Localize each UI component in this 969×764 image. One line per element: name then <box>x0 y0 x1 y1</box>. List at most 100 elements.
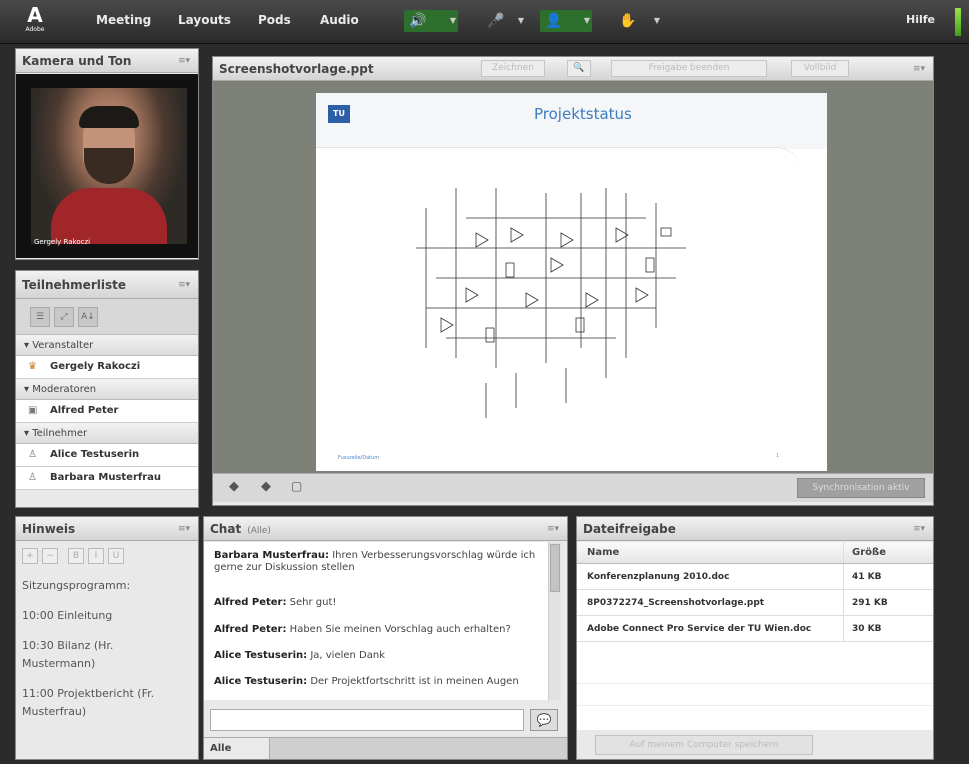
speech-bubble-icon: 💬 <box>536 713 552 727</box>
microphone-icon: 🎤 <box>487 13 505 29</box>
chat-tabs: Alle <box>204 737 567 759</box>
table-row[interactable]: 8P0372274_Screenshotvorlage.ppt 291 KB <box>577 590 933 616</box>
table-row[interactable]: Konferenzplanung 2010.doc 41 KB <box>577 564 933 590</box>
note-line: 10:30 Bilanz (Hr. <box>22 639 114 652</box>
slide-panel-icon[interactable]: ▢ <box>291 479 302 493</box>
share-footer: ◆ ◆ ▢ Synchronisation aktiv <box>213 473 933 502</box>
tab-all[interactable]: Alle <box>204 738 270 759</box>
video-name-label: Gergely Rakoczi <box>34 238 91 246</box>
participants-pod: Teilnehmerliste ≡▾ ☰ ⤢ A↓ ▾ Veranstalter… <box>15 270 199 508</box>
menu-layouts[interactable]: Layouts <box>178 13 231 27</box>
help-menu[interactable]: Hilfe <box>906 13 935 26</box>
pod-menu-icon[interactable]: ≡▾ <box>178 517 190 541</box>
speaker-button[interactable]: 🔊 ▼ <box>404 10 458 32</box>
column-header-name[interactable]: Name <box>587 542 619 564</box>
menu-meeting[interactable]: Meeting <box>96 13 151 27</box>
raise-hand-icon: ✋ <box>619 13 637 29</box>
chat-message-list: Barbara Musterfrau: Ihren Verbesserungsv… <box>204 542 548 700</box>
pod-title: Kamera und Ton ≡▾ <box>16 49 198 73</box>
note-line: 10:00 Einleitung <box>22 609 113 622</box>
slide-footer: Fusszeile/Datum <box>338 455 380 461</box>
pod-menu-icon[interactable]: ≡▾ <box>547 517 559 541</box>
zoom-icon[interactable]: 🔍 <box>567 60 591 77</box>
fullscreen-icon[interactable]: ⤢ <box>54 307 74 327</box>
column-header-size[interactable]: Größe <box>843 542 886 563</box>
font-size-up-icon[interactable]: + <box>22 548 38 564</box>
note-line: 11:00 Projektbericht (Fr. <box>22 687 155 700</box>
next-slide-icon[interactable]: ◆ <box>261 479 271 494</box>
video-area: Gergely Rakoczi <box>16 74 198 258</box>
pod-title: Teilnehmerliste ≡▾ <box>16 271 198 299</box>
list-item[interactable]: ♛ Gergely Rakoczi <box>16 356 198 379</box>
note-line: Sitzungsprogramm: <box>22 579 131 592</box>
note-line: Musterfrau) <box>22 705 87 718</box>
note-pod: Hinweis ≡▾ + − B I U Sitzungsprogramm: 1… <box>15 516 199 760</box>
group-header-presenters[interactable]: ▾ Moderatoren <box>16 379 198 400</box>
pod-menu-icon[interactable]: ≡▾ <box>178 49 190 73</box>
group-header-participants[interactable]: ▾ Teilnehmer <box>16 423 198 444</box>
list-view-icon[interactable]: ☰ <box>30 307 50 327</box>
pod-title: Dateifreigabe ≡▾ <box>577 517 933 541</box>
camera-button[interactable]: 👤 ▼ <box>540 10 592 32</box>
tu-logo: TU <box>328 105 350 123</box>
stop-sharing-button[interactable]: Freigabe beenden <box>611 60 767 77</box>
note-line: Mustermann) <box>22 657 96 670</box>
webcam-icon: 👤 <box>545 13 563 29</box>
microphone-button[interactable]: 🎤 ▼ <box>482 10 526 32</box>
previous-slide-icon[interactable]: ◆ <box>229 479 239 494</box>
pod-menu-icon[interactable]: ≡▾ <box>913 57 925 81</box>
note-text[interactable]: Sitzungsprogramm: 10:00 Einleitung 10:30… <box>16 569 198 721</box>
chat-input[interactable] <box>210 709 524 731</box>
participant-toolbar: ☰ ⤢ A↓ <box>16 299 198 335</box>
group-header-hosts[interactable]: ▾ Veranstalter <box>16 335 198 356</box>
chevron-down-icon: ▼ <box>449 16 456 25</box>
file-table: Name Größe Konferenzplanung 2010.doc 41 … <box>577 542 933 730</box>
underline-icon[interactable]: U <box>108 548 124 564</box>
presenter-icon: ▣ <box>28 405 38 416</box>
pod-menu-icon[interactable]: ≡▾ <box>178 271 190 299</box>
connection-status-indicator <box>955 8 961 36</box>
pod-title: Chat (Alle) ≡▾ <box>204 517 567 541</box>
chevron-down-icon: ▼ <box>583 16 590 25</box>
adobe-logo: A Adobe <box>25 3 45 33</box>
shared-content-area: TU Projektstatus Fusszeile/Datum 1 <box>213 81 933 473</box>
file-share-pod: Dateifreigabe ≡▾ Name Größe Konferenzpla… <box>576 516 934 760</box>
circuit-diagram-image <box>416 188 686 418</box>
list-item: Alfred Peter: Sehr gut! <box>214 597 337 608</box>
chat-pod: Chat (Alle) ≡▾ Barbara Musterfrau: Ihren … <box>203 516 568 760</box>
host-icon: ♛ <box>28 361 37 372</box>
presentation-slide: TU Projektstatus Fusszeile/Datum 1 <box>316 93 827 471</box>
sync-button[interactable]: Synchronisation aktiv <box>797 478 925 498</box>
list-item: Alice Testuserin: Ja, vielen Dank <box>214 650 385 661</box>
webcam-video <box>31 88 187 244</box>
draw-button[interactable]: Zeichnen <box>481 60 545 77</box>
list-item: Alice Testuserin: Der Projektfortschritt… <box>214 676 519 687</box>
slide-number: 1 <box>776 453 780 459</box>
italic-icon[interactable]: I <box>88 548 104 564</box>
menu-audio[interactable]: Audio <box>320 13 359 27</box>
pod-menu-icon[interactable]: ≡▾ <box>913 517 925 541</box>
sort-icon[interactable]: A↓ <box>78 307 98 327</box>
speaker-icon: 🔊 <box>409 13 427 29</box>
list-item[interactable]: ♙ Alice Testuserin <box>16 444 198 467</box>
save-to-computer-button[interactable]: Auf meinem Computer speichern <box>595 735 813 755</box>
table-header: Name Größe <box>577 542 933 564</box>
menu-pods[interactable]: Pods <box>258 13 291 27</box>
fullscreen-button[interactable]: Vollbild <box>791 60 849 77</box>
table-row[interactable]: Adobe Connect Pro Service der TU Wien.do… <box>577 616 933 642</box>
list-item[interactable]: ▣ Alfred Peter <box>16 400 198 423</box>
slide-title: Projektstatus <box>534 105 632 123</box>
note-toolbar: + − B I U <box>16 541 198 569</box>
camera-pod: Kamera und Ton ≡▾ Gergely Rakoczi <box>15 48 199 260</box>
bold-icon[interactable]: B <box>68 548 84 564</box>
font-size-down-icon[interactable]: − <box>42 548 58 564</box>
chat-scrollbar[interactable] <box>548 542 561 700</box>
list-item[interactable]: ♙ Barbara Musterfrau <box>16 467 198 490</box>
chevron-down-icon: ▼ <box>517 16 524 25</box>
share-pod: Screenshotvorlage.ppt Zeichnen 🔍 Freigab… <box>212 56 934 506</box>
status-button[interactable]: ✋ ▼ <box>614 10 662 32</box>
chevron-down-icon: ▼ <box>653 16 660 25</box>
send-message-button[interactable]: 💬 <box>530 709 558 731</box>
participant-icon: ♙ <box>28 472 37 483</box>
pod-title: Screenshotvorlage.ppt Zeichnen 🔍 Freigab… <box>213 57 933 81</box>
